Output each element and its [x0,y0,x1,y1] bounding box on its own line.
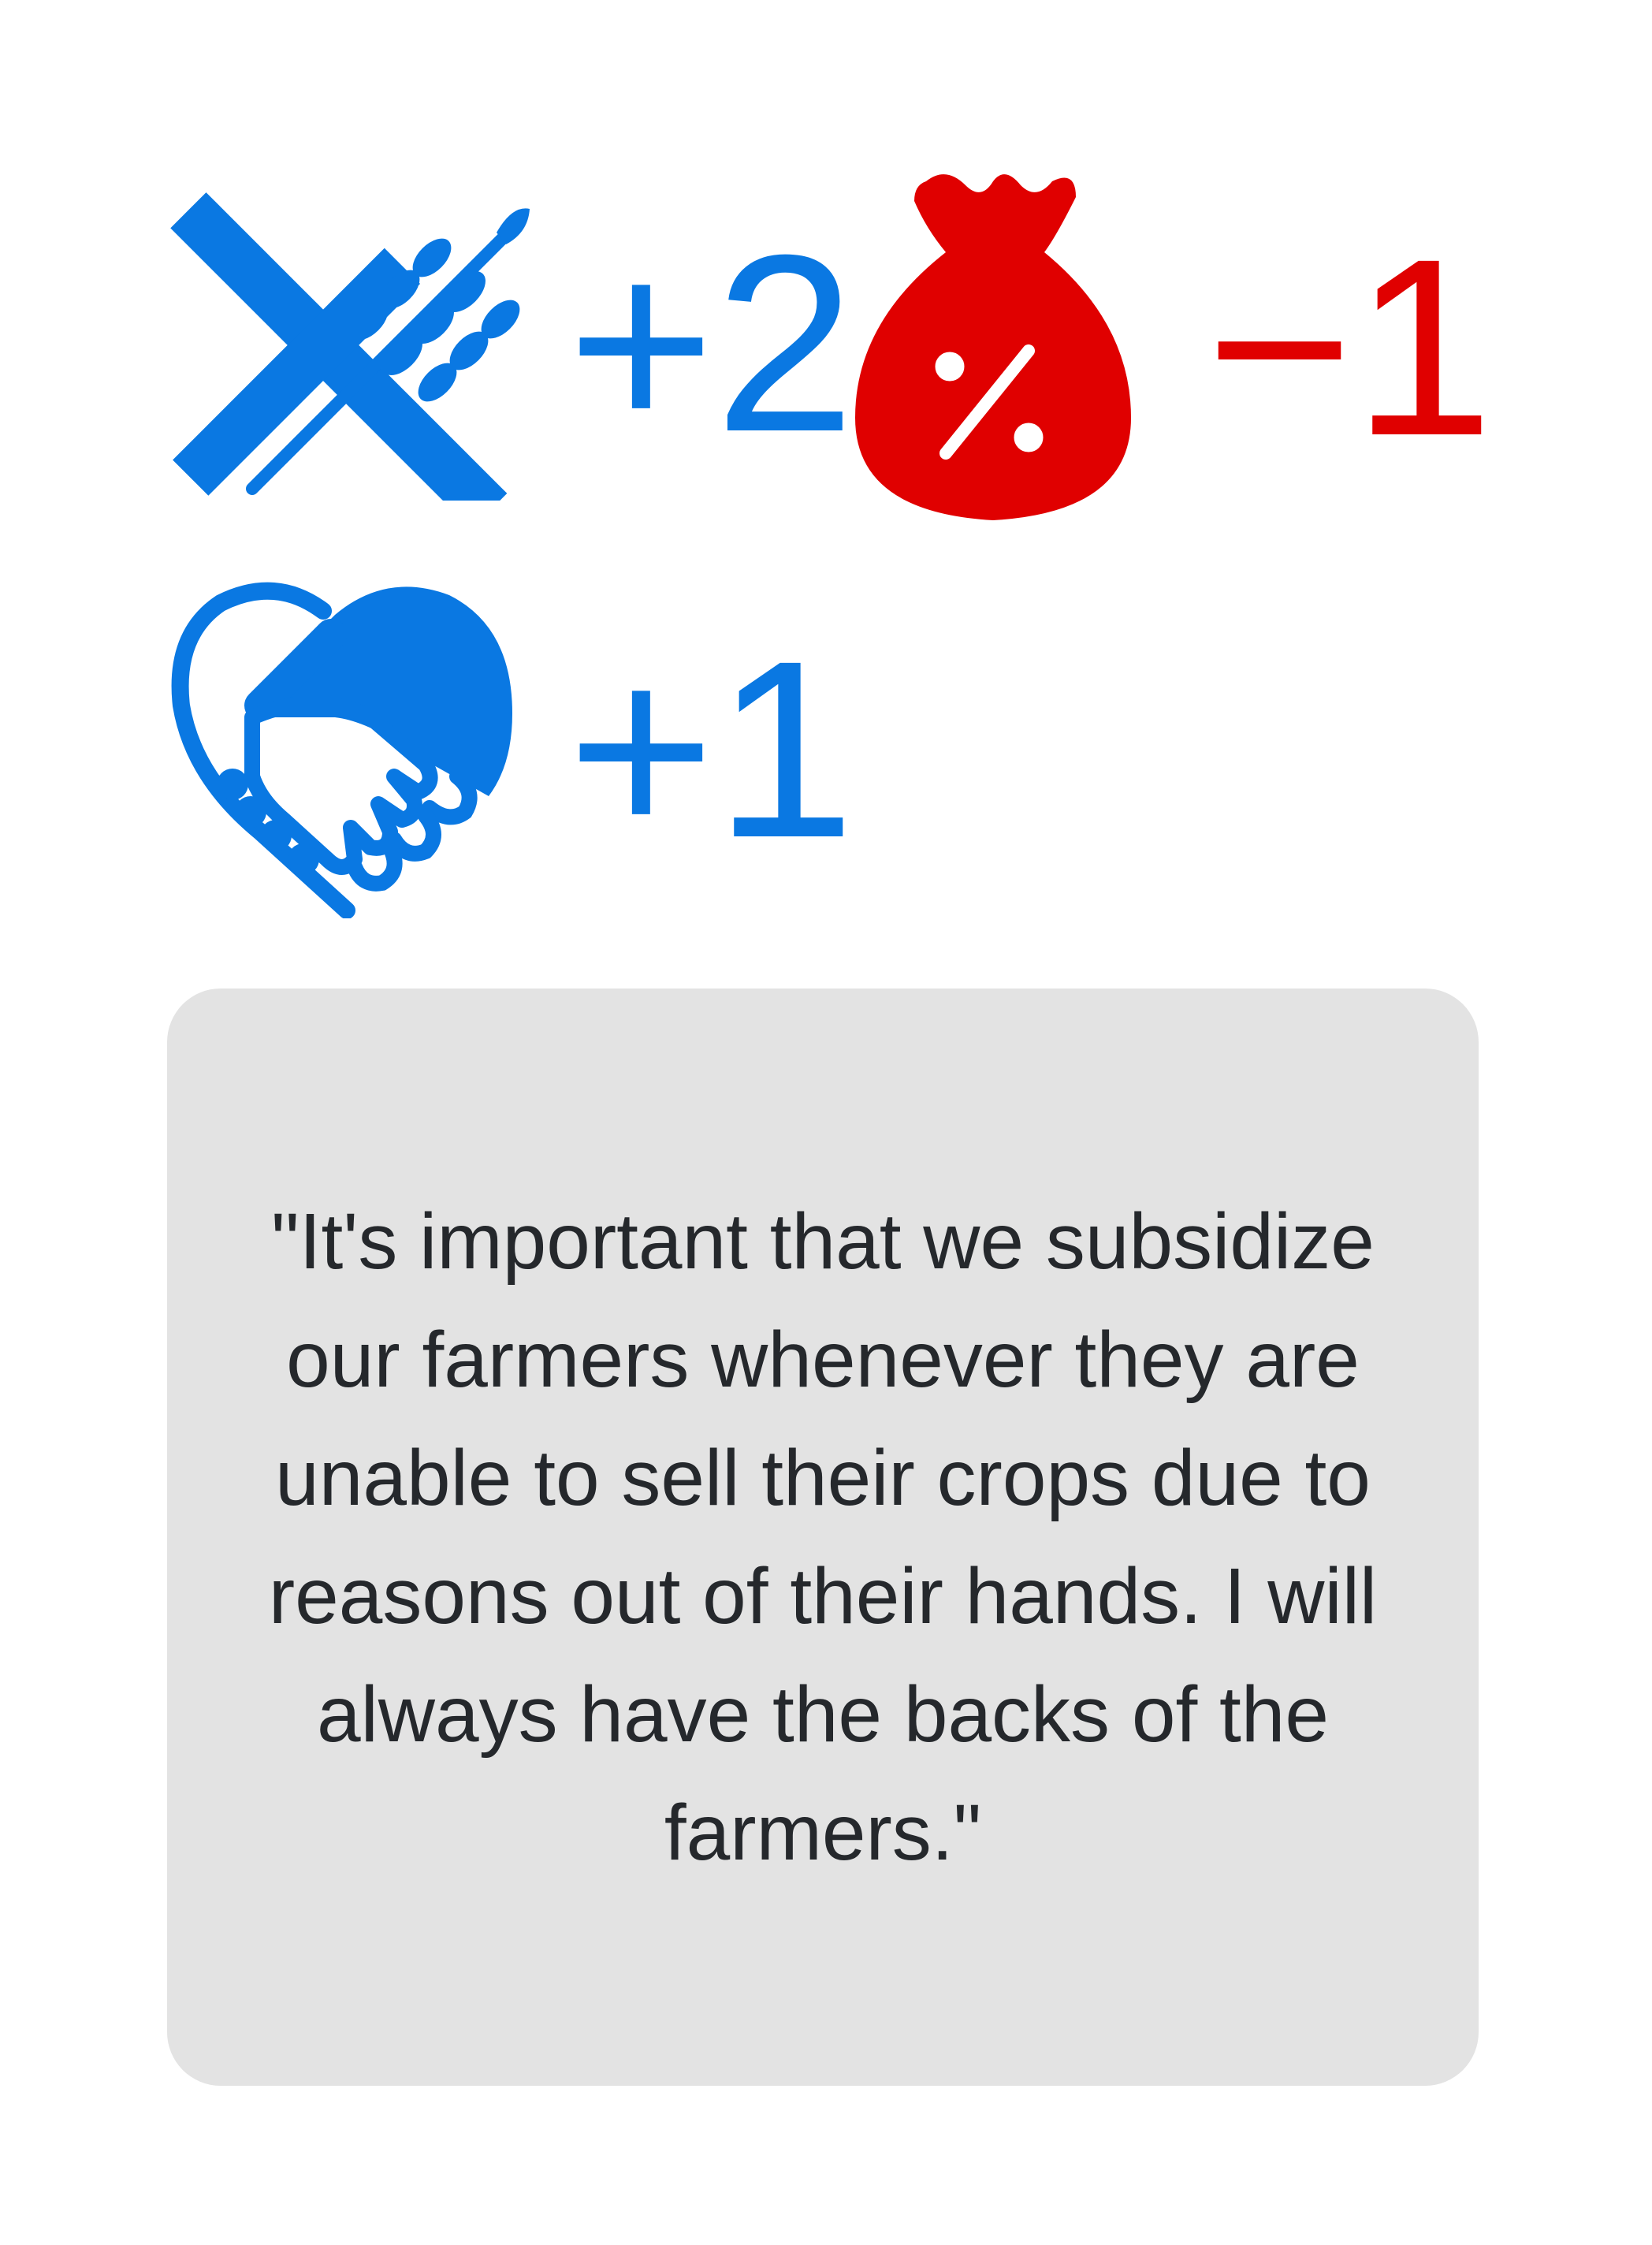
quote-text: "It's important that we subsidize our fa… [268,1197,1378,1877]
tax-money-bag-icon [855,174,1131,520]
heart-handshake-icon [171,582,512,918]
stat-farm-subsidy: +2 [166,185,855,501]
farm-subsidy-value: +2 [567,202,855,484]
tax-value: −1 [1206,206,1494,488]
no-wheat-icon [170,192,530,501]
stat-tax: −1 [851,166,1494,528]
stat-trust: +1 [166,579,855,918]
trust-value: +1 [567,608,855,890]
quote-card: "It's important that we subsidize our fa… [167,988,1479,2086]
